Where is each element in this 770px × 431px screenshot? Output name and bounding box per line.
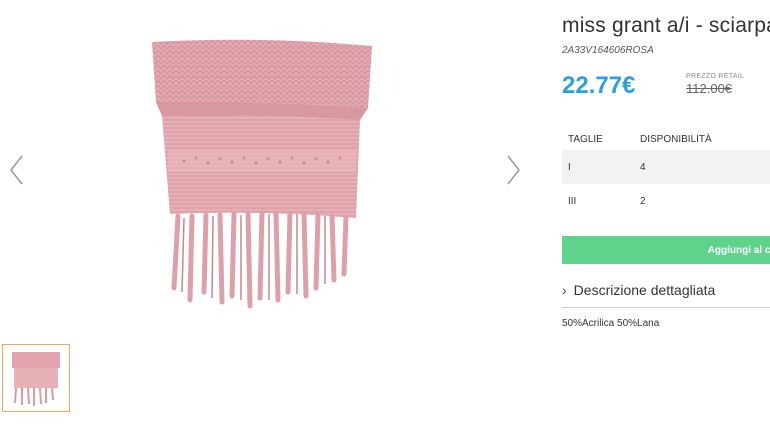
retail-price-label: PREZZO RETAIL <box>686 73 745 80</box>
detailed-description-toggle[interactable]: › Descrizione dettagliata <box>562 282 715 298</box>
product-title: miss grant a/i - sciarpa <box>562 14 770 37</box>
product-price: 22.77€ <box>562 72 636 99</box>
availability-value: 2 <box>640 195 646 207</box>
product-sku: 2A33V164606ROSA <box>562 45 654 56</box>
size-row[interactable]: I 4 <box>562 150 770 184</box>
availability-column-header: DISPONIBILITÀ <box>640 133 712 145</box>
thumbnail-1[interactable] <box>2 344 70 412</box>
size-value: III <box>568 195 577 207</box>
add-to-cart-label: Aggiungi al ca <box>707 244 770 256</box>
next-image-button[interactable] <box>502 152 524 188</box>
scarf-thumbnail-image <box>12 352 60 406</box>
prev-image-button[interactable] <box>6 152 28 188</box>
size-table-header: TAGLIE DISPONIBILITÀ <box>562 128 770 150</box>
product-info: miss grant a/i - sciarpa 2A33V164606ROSA… <box>562 0 770 431</box>
divider <box>562 307 770 308</box>
product-main-image <box>140 30 400 320</box>
availability-value: 4 <box>640 161 646 173</box>
chevron-right-small-icon: › <box>562 282 567 298</box>
chevron-left-icon <box>10 155 23 185</box>
size-column-header: TAGLIE <box>568 133 603 145</box>
scarf-image <box>152 39 372 309</box>
product-gallery <box>0 0 540 431</box>
size-row[interactable]: III 2 <box>562 184 770 218</box>
size-table: TAGLIE DISPONIBILITÀ I 4 III 2 <box>562 128 770 218</box>
retail-price: 112.00€ <box>686 81 733 96</box>
detailed-description-label: Descrizione dettagliata <box>573 282 716 298</box>
chevron-right-icon <box>507 155 520 185</box>
product-composition: 50%Acrilica 50%Lana <box>562 318 660 329</box>
size-value: I <box>568 161 571 173</box>
add-to-cart-button[interactable]: Aggiungi al ca <box>562 236 770 264</box>
